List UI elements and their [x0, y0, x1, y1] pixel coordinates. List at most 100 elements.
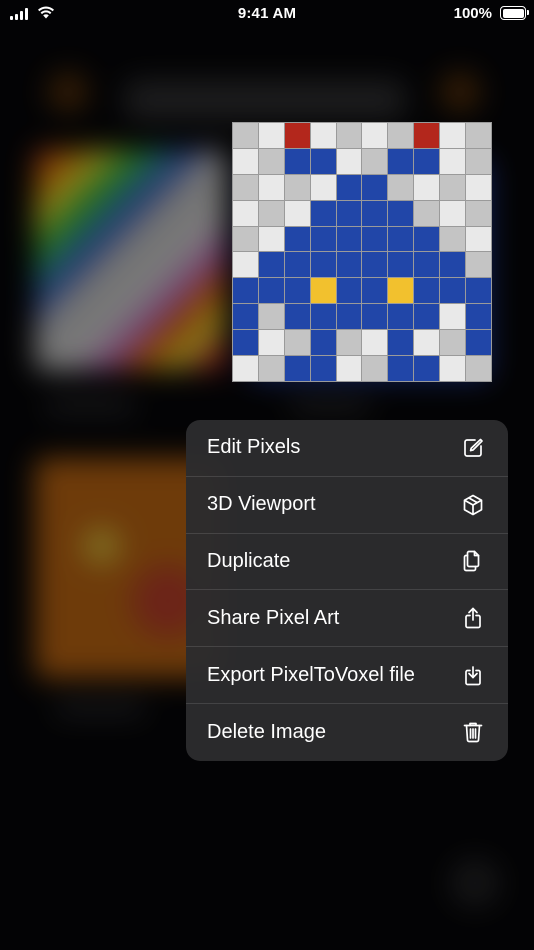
pixel-cell [284, 330, 310, 356]
pixel-cell [233, 174, 258, 200]
pixel-cell [310, 330, 336, 356]
pixel-cell [414, 278, 440, 304]
pixel-cell [414, 252, 440, 278]
menu-item-label: Duplicate [207, 549, 291, 572]
menu-item-label: Edit Pixels [207, 436, 301, 459]
pixel-cell [466, 330, 491, 356]
pixel-cell [440, 356, 466, 381]
pixel-cell [233, 148, 258, 174]
pixel-cell [362, 330, 388, 356]
pixel-cell [362, 304, 388, 330]
pixel-cell [233, 304, 258, 330]
pixel-cell [310, 200, 336, 226]
pixel-cell [284, 252, 310, 278]
export-pixeltovoxel-item[interactable]: Export PixelToVoxel file [186, 647, 508, 704]
pixel-cell [414, 123, 440, 148]
pixel-cell [258, 226, 284, 252]
pixel-cell [336, 278, 362, 304]
pixel-cell [310, 226, 336, 252]
pixel-cell [233, 356, 258, 381]
pixel-cell [258, 304, 284, 330]
pixel-cell [466, 174, 491, 200]
pixel-cell [388, 304, 414, 330]
share-pixel-art-item[interactable]: Share Pixel Art [186, 590, 508, 648]
share-icon [460, 605, 486, 631]
pixel-cell [258, 356, 284, 381]
pixel-cell [414, 148, 440, 174]
pixel-cell [284, 356, 310, 381]
pixel-cell [466, 304, 491, 330]
pixel-cell [336, 304, 362, 330]
pixel-cell [466, 200, 491, 226]
app-screen: 9:41 AM 100% Edit Pixels 3D Viewport Dup… [0, 0, 534, 950]
pixel-cell [258, 174, 284, 200]
pixel-cell [233, 278, 258, 304]
pixel-cell [336, 356, 362, 381]
pixel-cell [466, 226, 491, 252]
pixel-cell [310, 123, 336, 148]
pixel-cell [440, 330, 466, 356]
pixel-cell [362, 148, 388, 174]
pixel-cell [310, 148, 336, 174]
pixel-cell [336, 330, 362, 356]
pixel-cell [466, 252, 491, 278]
duplicate-item[interactable]: Duplicate [186, 534, 508, 591]
duplicate-documents-icon [460, 548, 486, 574]
battery-percentage: 100% [453, 5, 492, 22]
pixel-cell [388, 330, 414, 356]
delete-image-item[interactable]: Delete Image [186, 704, 508, 761]
pixel-cell [466, 148, 491, 174]
pixel-cell [284, 148, 310, 174]
pixel-cell [414, 330, 440, 356]
pixel-cell [258, 148, 284, 174]
pixel-cell [284, 226, 310, 252]
battery-icon [500, 6, 529, 20]
menu-item-label: Share Pixel Art [207, 606, 340, 629]
pixel-cell [233, 123, 258, 148]
3d-viewport-item[interactable]: 3D Viewport [186, 477, 508, 534]
pixel-art-preview [232, 122, 492, 382]
pixel-cell [233, 226, 258, 252]
pixel-cell [388, 278, 414, 304]
pixel-cell [284, 200, 310, 226]
pixel-cell [440, 200, 466, 226]
export-download-icon [460, 662, 486, 688]
pixel-cell [310, 252, 336, 278]
pixel-cell [284, 123, 310, 148]
pixel-cell [388, 174, 414, 200]
pixel-cell [284, 278, 310, 304]
pixel-cell [388, 123, 414, 148]
pixel-cell [258, 278, 284, 304]
pixel-cell [414, 356, 440, 381]
status-bar: 9:41 AM 100% [0, 0, 534, 30]
pixel-cell [388, 252, 414, 278]
pixel-cell [388, 356, 414, 381]
pixel-cell [466, 278, 491, 304]
pixel-cell [336, 252, 362, 278]
pixel-cell [336, 174, 362, 200]
cube-icon [460, 492, 486, 518]
pixel-cell [336, 226, 362, 252]
pixel-cell [284, 304, 310, 330]
pixel-cell [440, 148, 466, 174]
pixel-cell [310, 304, 336, 330]
pixel-cell [440, 174, 466, 200]
pixel-cell [233, 330, 258, 356]
pixel-cell [440, 252, 466, 278]
pixel-cell [310, 278, 336, 304]
square-and-pencil-icon [460, 435, 486, 461]
pixel-cell [388, 148, 414, 174]
menu-item-label: 3D Viewport [207, 493, 316, 516]
pixel-cell [440, 304, 466, 330]
pixel-cell [310, 174, 336, 200]
pixel-cell [258, 252, 284, 278]
pixel-cell [466, 123, 491, 148]
pixel-cell [362, 252, 388, 278]
pixel-cell [466, 356, 491, 381]
edit-pixels-item[interactable]: Edit Pixels [186, 420, 508, 477]
pixel-cell [362, 356, 388, 381]
pixel-cell [362, 226, 388, 252]
pixel-cell [414, 304, 440, 330]
pixel-cell [388, 226, 414, 252]
menu-item-label: Export PixelToVoxel file [207, 663, 415, 686]
